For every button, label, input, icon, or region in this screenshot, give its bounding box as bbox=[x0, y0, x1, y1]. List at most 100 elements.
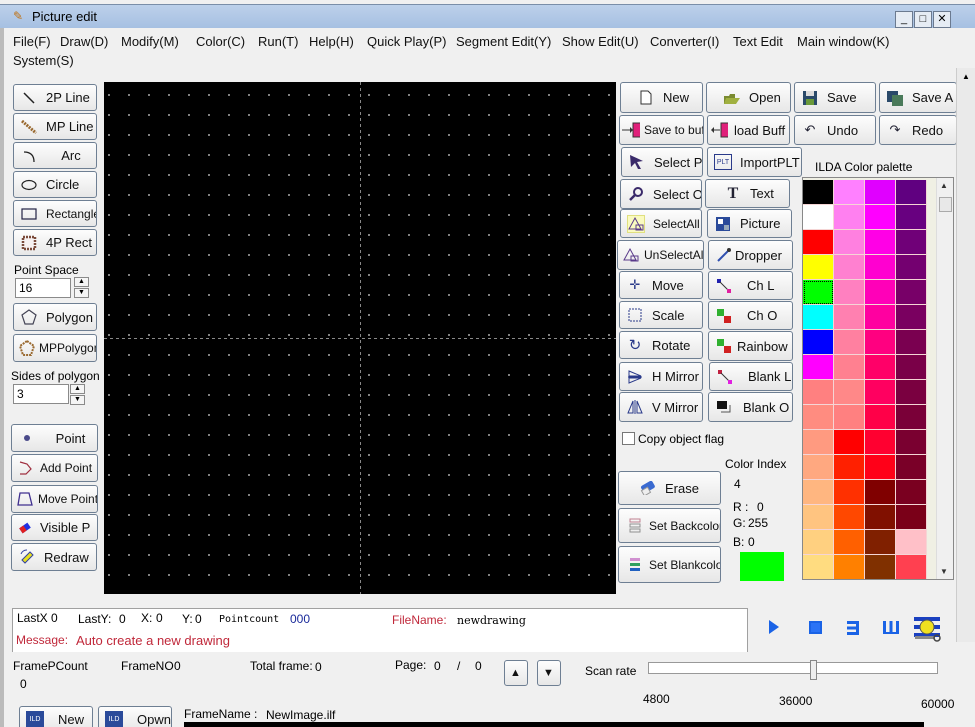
palette-swatch[interactable] bbox=[834, 305, 865, 330]
step-frames-icon[interactable] bbox=[846, 620, 860, 639]
set-backcolor-button[interactable]: Set Backcolor bbox=[618, 508, 721, 543]
palette-swatch[interactable] bbox=[834, 430, 865, 455]
palette-swatch[interactable] bbox=[896, 405, 927, 430]
palette-swatch[interactable] bbox=[834, 480, 865, 505]
set-blankcolor-button[interactable]: Set Blankcolor bbox=[618, 546, 721, 583]
rotate-button[interactable]: ↻ Rotate bbox=[619, 331, 703, 359]
import-plt-button[interactable]: PLT ImportPLT bbox=[707, 147, 802, 177]
palette-swatch[interactable] bbox=[834, 405, 865, 430]
save-to-buffer-button[interactable]: Save to buff bbox=[619, 115, 704, 145]
palette-swatch[interactable] bbox=[803, 355, 834, 380]
close-button[interactable]: ✕ bbox=[933, 11, 951, 28]
open-file-button[interactable]: Open bbox=[706, 82, 791, 113]
palette-swatch[interactable] bbox=[896, 505, 927, 530]
arc-button[interactable]: Arc bbox=[13, 142, 97, 169]
palette-swatch[interactable] bbox=[896, 555, 927, 579]
load-buffer-button[interactable]: load Buff bbox=[707, 115, 790, 145]
palette-swatch[interactable] bbox=[865, 355, 896, 380]
blank-object-button[interactable]: Blank O bbox=[708, 392, 793, 422]
picture-button[interactable]: Picture bbox=[707, 209, 792, 238]
window-scroll-up-icon[interactable]: ▲ bbox=[962, 72, 970, 81]
menu-text-edit[interactable]: Text Edit bbox=[733, 34, 783, 49]
rainbow-button[interactable]: Rainbow bbox=[708, 331, 793, 361]
palette-swatch[interactable] bbox=[896, 205, 927, 230]
palette-swatch[interactable] bbox=[803, 280, 834, 305]
frame-new-button[interactable]: ILD New bbox=[19, 706, 93, 727]
stop-icon[interactable] bbox=[809, 621, 822, 637]
add-point-button[interactable]: Add Point bbox=[11, 454, 98, 482]
unselect-all-button[interactable]: UnSelectAll bbox=[617, 240, 704, 270]
palette-swatch[interactable] bbox=[803, 530, 834, 555]
redraw-button[interactable]: Redraw bbox=[11, 543, 97, 571]
palette-swatch[interactable] bbox=[865, 430, 896, 455]
scan-rate-slider-thumb[interactable] bbox=[810, 660, 818, 680]
palette-swatch[interactable] bbox=[803, 505, 834, 530]
palette-swatch[interactable] bbox=[865, 280, 896, 305]
select-object-button[interactable]: Select O bbox=[620, 179, 702, 209]
menu-run[interactable]: Run(T) bbox=[258, 34, 298, 49]
palette-swatch[interactable] bbox=[803, 255, 834, 280]
menu-help[interactable]: Help(H) bbox=[309, 34, 354, 49]
play-icon[interactable] bbox=[768, 619, 780, 638]
palette-swatch[interactable] bbox=[896, 330, 927, 355]
mp-polygon-button[interactable]: MPPolygon bbox=[13, 334, 97, 362]
settings-tool-icon[interactable] bbox=[912, 614, 942, 647]
palette-swatch[interactable] bbox=[803, 180, 834, 205]
point-space-down-button[interactable]: ▼ bbox=[74, 288, 89, 298]
palette-swatch[interactable] bbox=[834, 330, 865, 355]
copy-object-flag-checkbox[interactable] bbox=[622, 432, 635, 445]
palette-swatch[interactable] bbox=[865, 555, 896, 579]
menu-draw[interactable]: Draw(D) bbox=[60, 34, 108, 49]
blank-line-button[interactable]: Blank L bbox=[709, 362, 793, 391]
menu-show-edit[interactable]: Show Edit(U) bbox=[562, 34, 639, 49]
multipoint-line-button[interactable]: MP Line bbox=[13, 113, 97, 140]
palette-swatch[interactable] bbox=[803, 305, 834, 330]
palette-swatch[interactable] bbox=[865, 205, 896, 230]
undo-button[interactable]: ↶ Undo bbox=[794, 115, 876, 145]
page-up-button[interactable]: ▲ bbox=[504, 660, 528, 686]
palette-swatch[interactable] bbox=[803, 380, 834, 405]
window-scrollbar[interactable]: ▲ bbox=[956, 68, 975, 642]
palette-swatch[interactable] bbox=[896, 455, 927, 480]
save-button[interactable]: Save bbox=[794, 82, 876, 113]
palette-swatch[interactable] bbox=[896, 380, 927, 405]
dropper-button[interactable]: Dropper bbox=[708, 240, 793, 270]
palette-swatch[interactable] bbox=[803, 405, 834, 430]
menu-segment-edit[interactable]: Segment Edit(Y) bbox=[456, 34, 551, 49]
palette-swatch[interactable] bbox=[865, 330, 896, 355]
maximize-button[interactable]: □ bbox=[914, 11, 932, 28]
palette-swatch[interactable] bbox=[834, 505, 865, 530]
palette-swatch[interactable] bbox=[803, 230, 834, 255]
palette-swatch[interactable] bbox=[896, 480, 927, 505]
palette-swatch[interactable] bbox=[896, 180, 927, 205]
palette-scroll-up-icon[interactable]: ▲ bbox=[940, 181, 948, 190]
menu-color[interactable]: Color(C) bbox=[196, 34, 245, 49]
palette-swatch[interactable] bbox=[834, 205, 865, 230]
polygon-button[interactable]: Polygon bbox=[13, 303, 97, 331]
save-as-button[interactable]: Save A bbox=[879, 82, 957, 113]
sides-down-button[interactable]: ▼ bbox=[70, 395, 85, 405]
palette-swatch[interactable] bbox=[865, 230, 896, 255]
palette-swatch[interactable] bbox=[865, 180, 896, 205]
palette-swatch[interactable] bbox=[896, 530, 927, 555]
palette-swatch[interactable] bbox=[834, 455, 865, 480]
palette-swatch[interactable] bbox=[865, 480, 896, 505]
palette-swatch[interactable] bbox=[834, 555, 865, 579]
move-point-button[interactable]: Move Point bbox=[11, 485, 98, 513]
palette-swatch[interactable] bbox=[865, 405, 896, 430]
palette-swatch[interactable] bbox=[803, 205, 834, 230]
visible-point-button[interactable]: Visible P bbox=[11, 514, 98, 541]
two-point-line-button[interactable]: 2P Line bbox=[13, 84, 97, 111]
change-line-color-button[interactable]: Ch L bbox=[708, 271, 793, 300]
palette-swatch[interactable] bbox=[834, 530, 865, 555]
page-down-button[interactable]: ▼ bbox=[537, 660, 561, 686]
palette-swatch[interactable] bbox=[896, 305, 927, 330]
palette-swatch[interactable] bbox=[803, 430, 834, 455]
palette-swatch[interactable] bbox=[865, 505, 896, 530]
text-button[interactable]: T Text bbox=[705, 179, 790, 208]
select-all-button[interactable]: SelectAll bbox=[620, 209, 702, 238]
palette-swatch[interactable] bbox=[896, 355, 927, 380]
minimize-button[interactable]: _ bbox=[895, 11, 913, 28]
point-button[interactable]: Point bbox=[11, 424, 98, 452]
palette-scroll-thumb[interactable] bbox=[939, 197, 952, 212]
